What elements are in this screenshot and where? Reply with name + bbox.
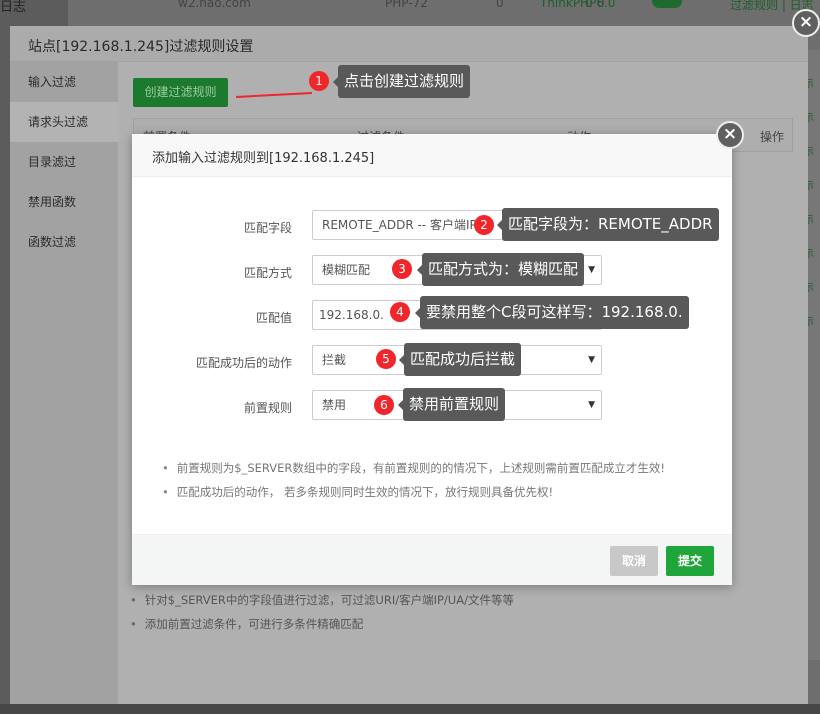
annotation-tooltip: 匹配字段为：REMOTE_ADDR bbox=[497, 208, 719, 241]
annotation-badge: 3 bbox=[392, 259, 412, 279]
inner-note: 匹配成功后的动作， 若多条规则同时生效的情况下，放行规则具备优先权! bbox=[162, 484, 553, 500]
annotation-badge: 6 bbox=[374, 395, 394, 415]
dialog-title: 站点[192.168.1.245]过滤规则设置 bbox=[10, 26, 808, 62]
sidebar-item-input-filter[interactable]: 输入过滤 bbox=[10, 62, 118, 102]
field-label: 匹配方式 bbox=[243, 266, 292, 280]
annotation-badge: 5 bbox=[376, 349, 396, 369]
chevron-down-icon: ▼ bbox=[588, 355, 595, 365]
outer-note: 针对$_SERVER中的字段值进行过滤，可过滤URI/客户端IP/UA/文件等等 bbox=[130, 592, 514, 608]
sidebar-item-header-filter[interactable]: 请求头过滤 bbox=[10, 102, 118, 142]
field-label: 匹配字段 bbox=[243, 221, 292, 235]
inner-note: 前置规则为$_SERVER数组中的字段，有前置规则的的情况下，上述规则需前置匹配… bbox=[162, 460, 665, 476]
col-operation: 操作 bbox=[760, 130, 785, 144]
background-site-row: w2.hao.com PHP-72 0 0 0 bbox=[160, 0, 820, 20]
filter-sidebar: 输入过滤 请求头过滤 目录滤过 禁用函数 函数过滤 bbox=[10, 62, 118, 704]
annotation-tooltip: 匹配方式为：模糊匹配 bbox=[416, 253, 585, 286]
annotation-badge: 1 bbox=[309, 71, 329, 91]
bg-log-label: 日志 bbox=[0, 0, 27, 15]
inner-close-icon[interactable]: × bbox=[716, 121, 744, 149]
chevron-down-icon: ▼ bbox=[588, 400, 595, 410]
field-label: 匹配值 bbox=[255, 311, 292, 325]
submit-button[interactable]: 提交 bbox=[666, 546, 714, 576]
chevron-down-icon: ▼ bbox=[588, 265, 595, 275]
sidebar-item-function-filter[interactable]: 函数过滤 bbox=[10, 222, 118, 262]
sidebar-item-disabled-functions[interactable]: 禁用函数 bbox=[10, 182, 118, 222]
annotation-badge: 2 bbox=[474, 215, 494, 235]
annotation-badge: 4 bbox=[390, 302, 410, 322]
outer-close-icon[interactable]: × bbox=[792, 9, 820, 37]
dialog-footer: 取消 提交 bbox=[132, 534, 732, 585]
bg-toggle[interactable] bbox=[652, 0, 682, 8]
annotation-tooltip: 禁用前置规则 bbox=[397, 388, 506, 421]
bg-domain: w2.hao.com bbox=[178, 0, 251, 10]
sidebar-item-directory-filter[interactable]: 目录滤过 bbox=[10, 142, 118, 182]
bottom-band bbox=[0, 704, 820, 714]
cancel-button[interactable]: 取消 bbox=[610, 546, 658, 576]
create-filter-rule-button[interactable]: 创建过滤规则 bbox=[133, 78, 228, 107]
outer-note: 添加前置过滤条件，可进行多条件精确匹配 bbox=[130, 616, 364, 632]
bg-count: 0 bbox=[496, 0, 504, 10]
field-label: 前置规则 bbox=[243, 401, 292, 415]
annotation-tooltip: 匹配成功后拦截 bbox=[398, 343, 522, 376]
annotation-tooltip: 点击创建过滤规则 bbox=[332, 65, 471, 98]
bg-php: PHP-72 bbox=[385, 0, 428, 10]
annotation-tooltip: 要禁用整个C段可这样写：192.168.0. bbox=[415, 296, 689, 329]
field-label: 匹配成功后的动作 bbox=[195, 356, 292, 370]
bg-framework: ThinkPHP6.0 bbox=[540, 0, 616, 10]
inner-dialog-title: 添加输入过滤规则到[192.168.1.245] bbox=[132, 134, 732, 177]
